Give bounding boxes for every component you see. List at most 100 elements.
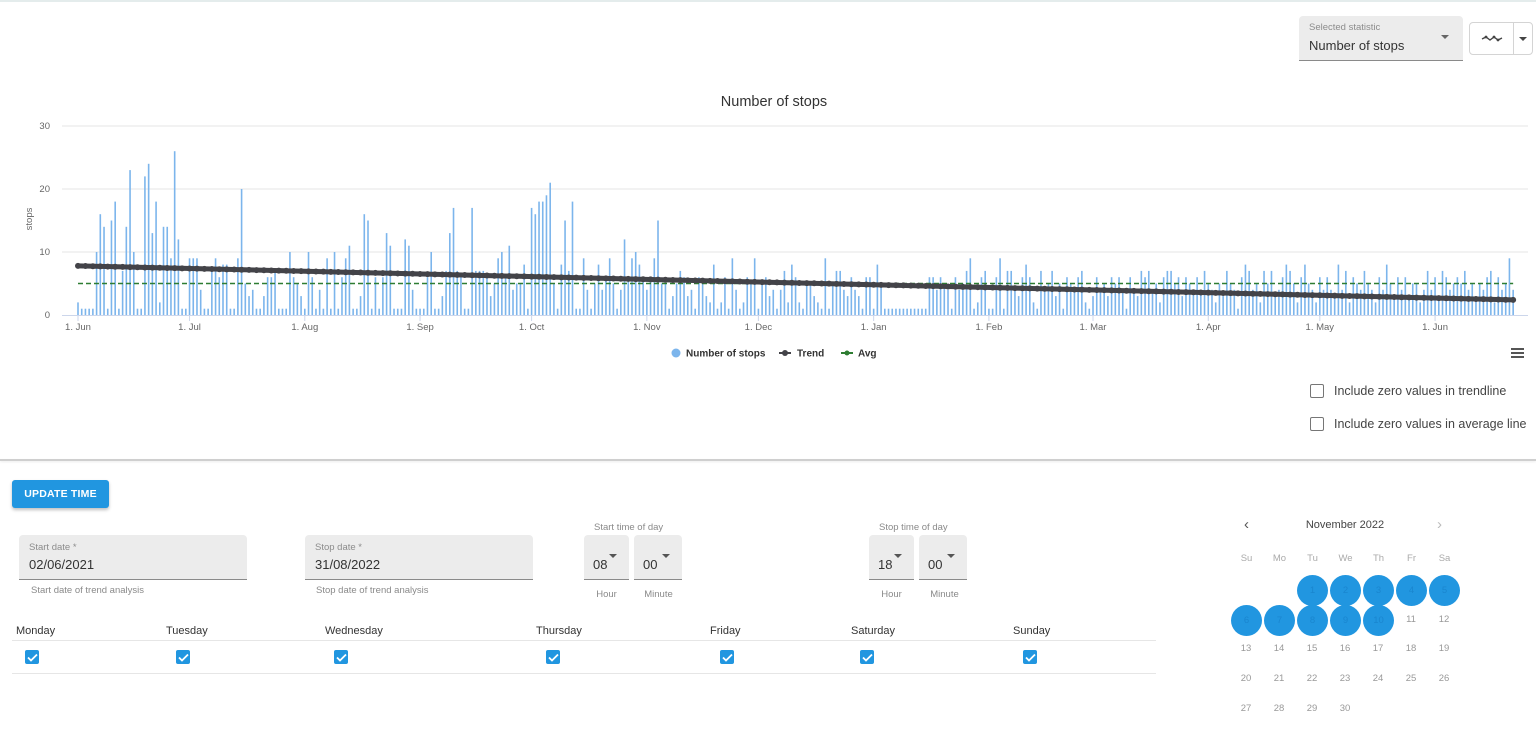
weekday-checkbox-friday[interactable] — [720, 650, 734, 664]
calendar-day[interactable]: 30 — [1330, 694, 1360, 724]
trend-point — [915, 282, 922, 289]
calendar-day[interactable]: 6 — [1231, 604, 1262, 636]
bar — [590, 308, 592, 315]
calendar-day[interactable]: 28 — [1264, 694, 1294, 724]
legend-item-trend[interactable]: Trend — [779, 349, 824, 360]
trend-point — [937, 283, 944, 290]
bar — [620, 289, 622, 315]
calendar-day[interactable]: 15 — [1297, 634, 1327, 664]
include-zero-trendline-checkbox[interactable]: Include zero values in trendline — [1310, 384, 1506, 398]
bar — [103, 226, 105, 315]
calendar-day[interactable]: 11 — [1396, 605, 1426, 635]
weekday-checkbox-wednesday[interactable] — [334, 650, 348, 664]
statistic-select[interactable]: Selected statistic Number of stops — [1299, 16, 1463, 61]
trend-point — [707, 277, 714, 284]
calendar-day[interactable]: 26 — [1429, 664, 1459, 694]
chart-type-button[interactable] — [1470, 23, 1514, 54]
calendar-day[interactable]: 1 — [1297, 575, 1328, 606]
start-hour-select[interactable]: 08 — [584, 535, 629, 580]
x-tick-label: 1. Mar — [1080, 322, 1107, 333]
calendar-day[interactable]: 16 — [1330, 634, 1360, 664]
calendar-day[interactable]: 17 — [1363, 634, 1393, 664]
calendar-day[interactable]: 2 — [1330, 575, 1361, 606]
trend-point — [1435, 295, 1442, 302]
bar — [344, 258, 347, 315]
calendar-day[interactable]: 5 — [1429, 575, 1460, 606]
bar — [735, 289, 737, 315]
trend-point — [1383, 293, 1390, 300]
include-zero-average-checkbox[interactable]: Include zero values in average line — [1310, 417, 1526, 431]
stop-date-field[interactable]: Stop date * 31/08/2022 — [305, 535, 533, 580]
weekday-checkbox-sunday[interactable] — [1023, 650, 1037, 664]
calendar-day[interactable]: 23 — [1330, 664, 1360, 694]
bar — [1036, 308, 1039, 315]
start-minute-select[interactable]: 00 — [634, 535, 682, 580]
bar — [631, 258, 633, 315]
trend-point — [558, 274, 565, 281]
calendar-day[interactable]: 12 — [1429, 605, 1459, 635]
trend-point — [305, 268, 312, 275]
calendar-day[interactable]: 27 — [1231, 694, 1261, 724]
calendar-day[interactable]: 4 — [1396, 575, 1427, 606]
trend-point — [89, 263, 96, 270]
calendar-day[interactable]: 10 — [1363, 604, 1394, 636]
calendar-day[interactable]: 19 — [1429, 634, 1459, 664]
trend-point — [402, 270, 409, 277]
calendar-day[interactable]: 21 — [1264, 664, 1294, 694]
calendar-day[interactable]: 8 — [1297, 604, 1328, 636]
bar — [939, 277, 942, 315]
bar — [1107, 296, 1109, 315]
trend-point — [461, 272, 468, 279]
calendar-day[interactable]: 9 — [1330, 604, 1361, 636]
chart-type-dropdown[interactable] — [1514, 23, 1532, 54]
legend-item-avg[interactable]: Avg — [841, 349, 877, 360]
trend-point — [506, 273, 513, 280]
trend-point — [127, 264, 134, 271]
bar — [1237, 308, 1239, 315]
trend-point — [82, 263, 89, 270]
calendar-day[interactable]: 3 — [1363, 575, 1394, 606]
stop-hour-select[interactable]: 18 — [869, 535, 914, 580]
trend-point — [357, 269, 364, 276]
trend-point — [1145, 288, 1152, 295]
x-tick-label: 1. Sep — [406, 322, 433, 333]
legend-item-number-of-stops[interactable]: Number of stops — [671, 348, 766, 360]
trend-point — [312, 268, 319, 275]
trend-point — [469, 272, 476, 279]
trend-point — [632, 276, 639, 283]
calendar-day[interactable]: 7 — [1264, 604, 1295, 636]
bar — [712, 264, 715, 315]
weekday-checkbox-saturday[interactable] — [860, 650, 874, 664]
start-date-field[interactable]: Start date * 02/06/2021 — [19, 535, 247, 580]
hamburger-menu-icon[interactable] — [1511, 348, 1524, 359]
y-axis-labels: 0 10 20 30 — [39, 121, 50, 321]
bar — [988, 308, 990, 315]
chevron-right-icon[interactable]: › — [1437, 516, 1442, 533]
weekday-checkbox-tuesday[interactable] — [176, 650, 190, 664]
bar — [1055, 296, 1057, 315]
calendar-day[interactable]: 29 — [1297, 694, 1327, 724]
bar — [638, 264, 641, 315]
calendar-day[interactable]: 18 — [1396, 634, 1426, 664]
calendar-day[interactable]: 25 — [1396, 664, 1426, 694]
trend-point — [989, 284, 996, 291]
calendar-day[interactable]: 13 — [1231, 634, 1261, 664]
calendar-day[interactable]: 14 — [1264, 634, 1294, 664]
update-time-button[interactable]: UPDATE TIME — [12, 480, 109, 508]
trend-point — [141, 264, 148, 271]
trend-point — [751, 278, 758, 285]
trend-point — [75, 262, 81, 269]
calendar-day[interactable]: 24 — [1363, 664, 1393, 694]
bar — [1337, 264, 1340, 315]
trend-point — [119, 263, 126, 270]
bar — [389, 245, 392, 315]
trend-point — [655, 276, 662, 283]
bar — [1259, 302, 1262, 315]
weekday-checkbox-monday[interactable] — [25, 650, 39, 664]
stop-minute-select[interactable]: 00 — [919, 535, 967, 580]
calendar-day[interactable]: 20 — [1231, 664, 1261, 694]
calendar-day[interactable]: 22 — [1297, 664, 1327, 694]
weekday-checkbox-thursday[interactable] — [546, 650, 560, 664]
bar — [660, 283, 663, 315]
trend-point — [1093, 287, 1100, 294]
